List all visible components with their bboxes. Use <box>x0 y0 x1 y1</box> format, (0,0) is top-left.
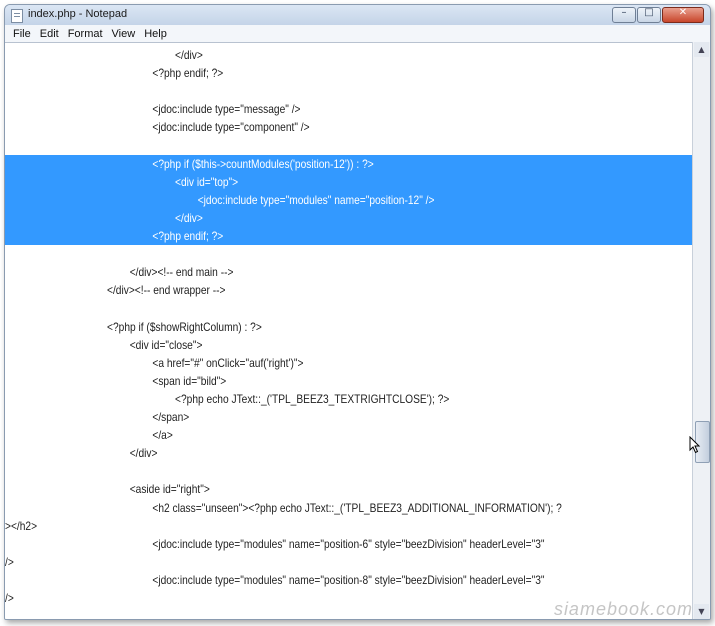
code-line: </div> <box>5 48 203 62</box>
code-line: <jdoc:include type="modules" name="posit… <box>5 572 545 587</box>
code-line: <jdoc:include type="modules" name="posit… <box>5 192 435 207</box>
code-line: <a href="#" onClick="auf('right')"> <box>5 355 304 370</box>
code-line: </div><!-- end main --> <box>5 265 234 280</box>
menu-edit[interactable]: Edit <box>40 28 59 40</box>
mouse-cursor-icon <box>689 436 701 454</box>
code-line: <?php endif; ?> <box>5 229 224 243</box>
code-line: <?php if ($showRightColumn) : ?> <box>5 319 262 334</box>
code-line: <span id="bild"> <box>5 373 227 388</box>
code-line: <div id="close"> <box>5 337 203 352</box>
minimize-icon: – <box>621 7 627 18</box>
code-line: <h2 class="unseen"><?php echo JText::_('… <box>5 500 562 515</box>
code-line: <aside id="right"> <box>5 482 210 497</box>
code-line: <jdoc:include type="component" /> <box>5 120 310 135</box>
maximize-icon: □ <box>644 7 654 18</box>
window-title: index.php - Notepad <box>28 8 128 20</box>
code-line: </div> <box>5 210 203 225</box>
code-line: <?php if ($this->countModules('position-… <box>5 156 374 171</box>
code-line: <div id="top"> <box>5 174 239 189</box>
notepad-icon <box>11 9 23 23</box>
code-line: </div> <box>5 446 158 461</box>
title-bar[interactable]: index.php - Notepad – □ ✕ <box>5 5 710 25</box>
code-line: <jdoc:include type="modules" name="posit… <box>5 536 545 551</box>
code-line: /> <box>5 591 14 605</box>
minimize-button[interactable]: – <box>612 7 636 23</box>
watermark-text: siamebook.com <box>553 599 693 619</box>
vertical-scrollbar[interactable]: ▲ ▼ <box>692 42 710 619</box>
code-line: <?php endif; ?> <box>5 66 224 81</box>
code-line: </span> <box>5 410 190 424</box>
menu-file[interactable]: File <box>13 28 31 40</box>
notepad-window: index.php - Notepad – □ ✕ File Edit Form… <box>4 4 711 620</box>
close-icon: ✕ <box>678 7 688 18</box>
scroll-up-icon[interactable]: ▲ <box>694 42 709 57</box>
close-button[interactable]: ✕ <box>662 7 704 23</box>
menu-format[interactable]: Format <box>68 28 103 40</box>
menu-view[interactable]: View <box>112 28 136 40</box>
text-editor-area[interactable]: </div> <?php endif; ?> <jdoc:include typ… <box>5 42 692 619</box>
menu-bar: File Edit Format View Help <box>5 25 710 42</box>
code-line: /> <box>5 554 14 569</box>
code-line: </div><!-- end wrapper --> <box>5 283 226 298</box>
code-line: </a> <box>5 428 173 443</box>
menu-help[interactable]: Help <box>144 28 167 40</box>
code-line: <jdoc:include type="message" /> <box>5 102 301 117</box>
code-line: <?php echo JText::_('TPL_BEEZ3_TEXTRIGHT… <box>5 391 450 406</box>
maximize-button[interactable]: □ <box>637 7 661 23</box>
scroll-down-icon[interactable]: ▼ <box>694 604 709 619</box>
code-line: ></h2> <box>5 518 38 533</box>
window-controls: – □ ✕ <box>612 7 704 23</box>
